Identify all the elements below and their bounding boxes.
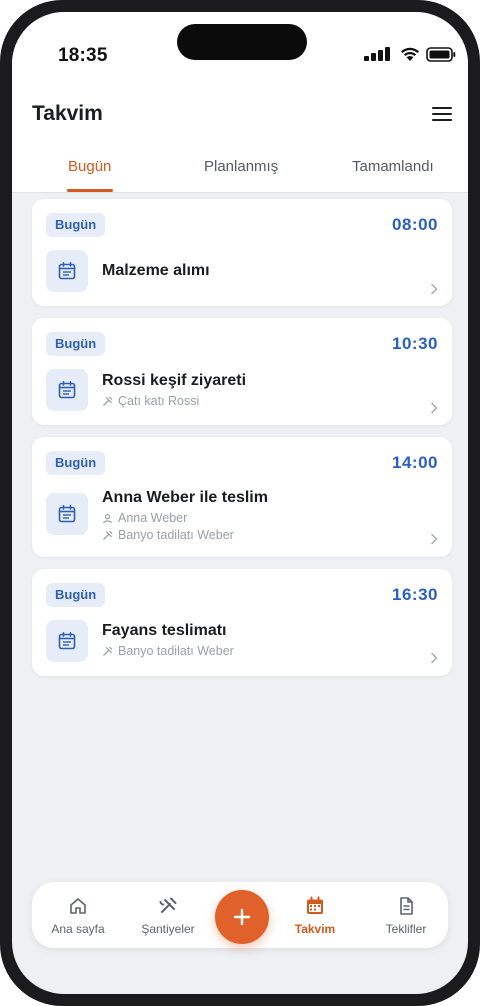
nav-calendar-label: Takvim — [294, 922, 336, 936]
day-badge: Bugün — [46, 332, 106, 356]
appointment-title: Rossi keşif ziyareti — [102, 372, 247, 389]
menu-icon-line — [432, 113, 452, 115]
tools-icon — [159, 897, 177, 913]
nav-calendar[interactable]: Takvim — [273, 882, 357, 948]
appointment-card[interactable]: Bugün 16:30 Fayans teslimatı Banyo tadil… — [32, 569, 452, 676]
nav-quotes[interactable]: Teklifler — [364, 882, 448, 948]
nav-sites-label: Şantiyeler — [141, 922, 195, 936]
side-button — [0, 160, 4, 198]
chevron-right-icon — [431, 402, 438, 414]
appointment-time: 10:30 — [392, 334, 438, 353]
appointment-title: Anna Weber ile teslim — [102, 489, 268, 506]
nav-home[interactable]: Ana sayfa — [36, 882, 120, 948]
app-header: Takvim Bugün Planlanmış Tamamlandı — [12, 72, 468, 193]
menu-button[interactable] — [432, 106, 454, 122]
chevron-right-icon — [431, 283, 438, 295]
appointment-title: Malzeme alımı — [102, 262, 210, 279]
status-time: 18:35 — [58, 45, 108, 66]
chevron-right-icon — [431, 533, 438, 545]
plus-icon — [233, 908, 251, 926]
day-badge: Bugün — [46, 583, 106, 607]
signal-icon — [364, 47, 390, 61]
project-name: Çatı katı Rossi — [118, 394, 200, 408]
status-icons — [364, 44, 456, 64]
appointment-time: 08:00 — [392, 215, 438, 234]
project-meta: Banyo tadilatı Weber — [102, 528, 234, 542]
tab-today[interactable]: Bugün — [68, 158, 111, 175]
battery-icon — [426, 46, 456, 62]
calendar-event-icon — [46, 620, 88, 662]
power-button — [476, 236, 480, 316]
project-name: Banyo tadilatı Weber — [118, 528, 234, 542]
dynamic-island — [177, 24, 307, 60]
calendar-event-icon — [46, 493, 88, 535]
project-name: Banyo tadilatı Weber — [118, 644, 234, 658]
user-icon — [103, 513, 112, 523]
appointment-title: Fayans teslimatı — [102, 622, 227, 639]
nav-sites[interactable]: Şantiyeler — [126, 882, 210, 948]
calendar-event-icon — [46, 250, 88, 292]
document-icon — [400, 897, 413, 915]
page-title: Takvim — [32, 102, 103, 125]
client-name: Anna Weber — [118, 511, 188, 525]
appointment-card[interactable]: Bugün 08:00 Malzeme alımı — [32, 199, 452, 306]
calendar-event-icon — [46, 369, 88, 411]
project-meta: Çatı katı Rossi — [102, 394, 199, 408]
volume-down-button — [0, 302, 4, 354]
client-meta: Anna Weber — [102, 511, 187, 525]
calendar-icon — [307, 896, 323, 914]
app-screen: 18:35 Takvim Bugün Planlanmış Tamamlandı… — [12, 12, 468, 994]
appointment-card[interactable]: Bugün 14:00 Anna Weber ile teslim Anna W… — [32, 437, 452, 557]
day-badge: Bugün — [46, 213, 106, 237]
volume-up-button — [0, 236, 4, 288]
chevron-right-icon — [431, 652, 438, 664]
day-badge: Bugün — [46, 451, 106, 475]
project-meta: Banyo tadilatı Weber — [102, 644, 234, 658]
menu-icon-line — [432, 107, 452, 109]
phone-frame: 18:35 Takvim Bugün Planlanmış Tamamlandı… — [0, 0, 480, 1006]
appointment-time: 16:30 — [392, 585, 438, 604]
active-tab-indicator — [67, 189, 113, 192]
tab-bar: Bugün Planlanmış Tamamlandı — [12, 144, 468, 192]
tab-planned[interactable]: Planlanmış — [204, 158, 278, 175]
tab-completed[interactable]: Tamamlandı — [352, 158, 434, 175]
appointment-card[interactable]: Bugün 10:30 Rossi keşif ziyareti Çatı ka… — [32, 318, 452, 425]
wifi-icon — [401, 47, 419, 61]
nav-quotes-label: Teklifler — [385, 922, 427, 936]
nav-home-label: Ana sayfa — [51, 922, 105, 936]
home-icon — [70, 898, 86, 914]
appointment-time: 14:00 — [392, 453, 438, 472]
add-button[interactable] — [215, 890, 269, 944]
tools-icon — [103, 646, 113, 656]
menu-icon-line — [432, 119, 452, 121]
tools-icon — [103, 530, 113, 540]
tools-icon — [103, 396, 113, 406]
